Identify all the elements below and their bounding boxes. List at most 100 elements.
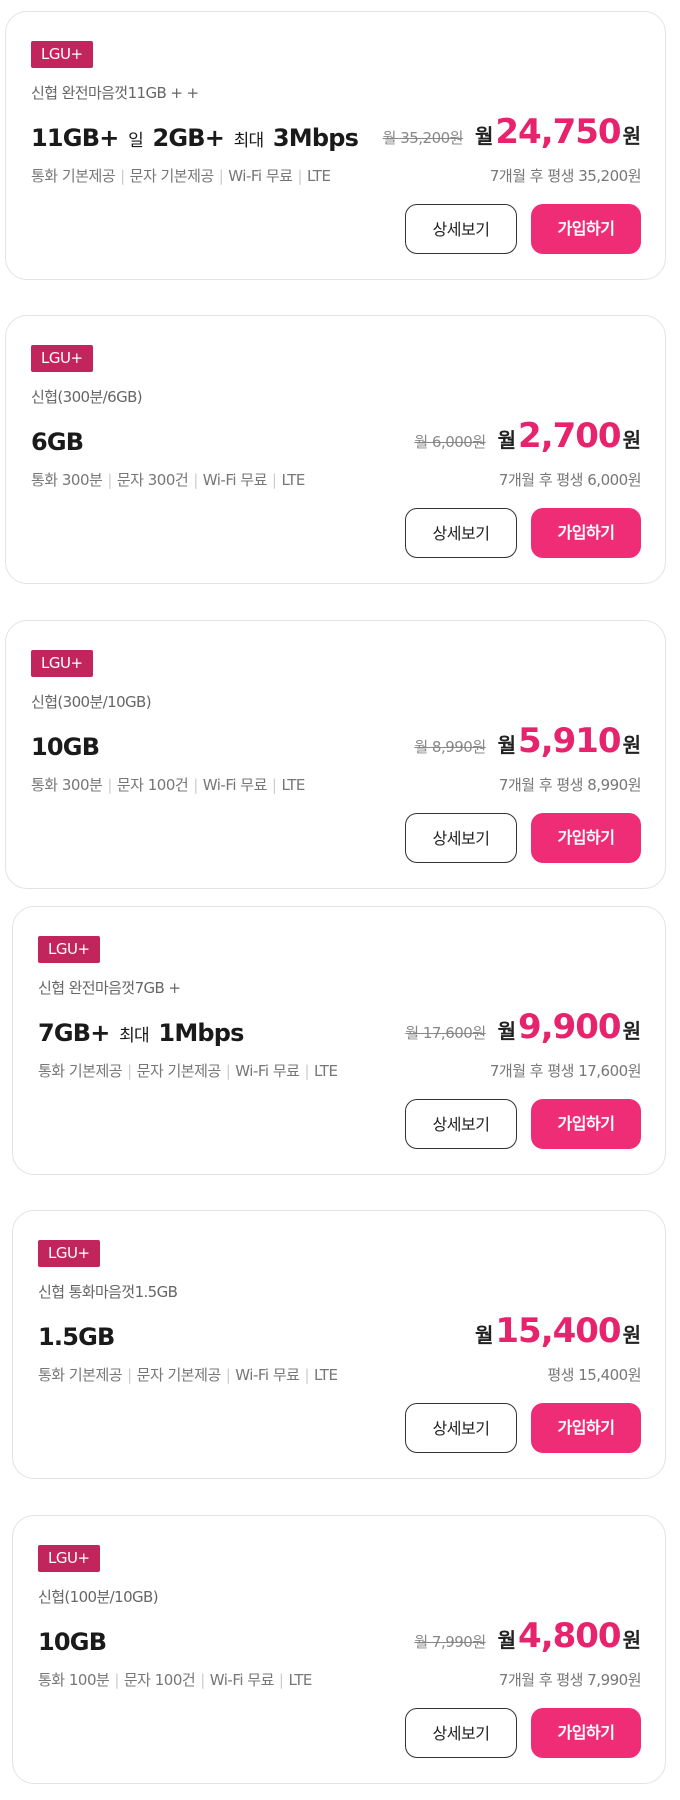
spec-divider: | xyxy=(297,167,302,185)
join-button[interactable]: 가입하기 xyxy=(531,1099,641,1149)
plan-card: LGU+ 신협(300분/6GB) 6GB 통화 300분 | 문자 300건 | Wi-Fi… xyxy=(5,315,666,584)
spec-item: Wi-Fi 무료 xyxy=(202,776,268,794)
plan-data-amount: 10GB xyxy=(31,733,100,761)
price-currency: 원 xyxy=(622,1323,641,1347)
spec-item: LTE xyxy=(281,776,305,794)
plan-card: LGU+ 신협(100분/10GB) 10GB 통화 100분 | 문자 100건 | Wi-… xyxy=(12,1515,666,1784)
spec-divider: | xyxy=(271,776,277,794)
spec-item: 통화 300분 xyxy=(31,776,103,794)
price-row: 월 6,000원 월 2,700 원 xyxy=(414,416,641,456)
plan-name: 신협 완전마음껏7GB + xyxy=(38,979,181,997)
join-button[interactable]: 가입하기 xyxy=(531,1708,641,1758)
spec-item: Wi-Fi 무료 xyxy=(209,1671,275,1689)
spec-item: 문자 기본제공 xyxy=(136,1062,222,1080)
detail-button[interactable]: 상세보기 xyxy=(405,1403,517,1453)
plan-specs: 통화 기본제공 | 문자 기본제공 | Wi-Fi 무료 | LTE xyxy=(38,1364,338,1385)
plan-title: 10GB xyxy=(38,1628,107,1656)
spec-divider: | xyxy=(193,776,198,794)
plan-card: LGU+ 신협 완전마음껏7GB +7GB+ 최대 1Mbps 통화 기본제공 | 문자… xyxy=(12,906,666,1175)
price-currency: 원 xyxy=(622,1628,641,1652)
spec-item: 문자 100건 xyxy=(116,776,189,794)
plan-name: 신협 완전마음껏11GB + + xyxy=(31,84,199,102)
detail-button[interactable]: 상세보기 xyxy=(405,204,517,254)
price-after-note: 7개월 후 평생 35,200원 xyxy=(489,167,642,185)
discount-price: 4,800 xyxy=(518,1616,622,1656)
spec-divider: | xyxy=(278,1671,284,1689)
spec-divider: | xyxy=(225,1062,231,1080)
spec-item: 통화 300분 xyxy=(31,471,103,489)
price-after-note: 7개월 후 평생 17,600원 xyxy=(489,1062,642,1080)
price-currency: 원 xyxy=(622,428,641,452)
spec-item: 문자 100건 xyxy=(123,1671,196,1689)
spec-item: Wi-Fi 무료 xyxy=(235,1366,300,1384)
carrier-badge: LGU+ xyxy=(38,936,100,963)
spec-divider: | xyxy=(127,1366,132,1384)
spec-item: 문자 300건 xyxy=(116,471,189,489)
spec-divider: | xyxy=(114,1671,119,1689)
plan-name: 신협(100분/10GB) xyxy=(38,1588,159,1606)
discount-price: 2,700 xyxy=(518,416,622,456)
original-price: 월 35,200원 xyxy=(382,129,464,147)
detail-button[interactable]: 상세보기 xyxy=(405,1099,517,1149)
detail-button[interactable]: 상세보기 xyxy=(405,1708,517,1758)
plan-title-qualifier: 최대 xyxy=(119,1026,149,1046)
plan-card: LGU+ 신협 통화마음껏1.5GB 1.5GB 통화 기본제공 | 문자 기본제공 | Wi… xyxy=(12,1210,666,1479)
spec-item: Wi-Fi 무료 xyxy=(202,471,268,489)
spec-divider: | xyxy=(218,167,224,185)
spec-divider: | xyxy=(120,167,125,185)
detail-button[interactable]: 상세보기 xyxy=(405,508,517,558)
original-price: 월 6,000원 xyxy=(414,433,486,451)
spec-item: Wi-Fi 무료 xyxy=(235,1062,300,1080)
plan-title-extra: 2GB+ xyxy=(152,124,225,152)
spec-divider: | xyxy=(127,1062,132,1080)
plan-name: 신협(300분/10GB) xyxy=(31,693,152,711)
carrier-badge: LGU+ xyxy=(38,1545,100,1572)
price-month-label: 월 xyxy=(497,733,517,757)
discount-price: 5,910 xyxy=(518,721,622,761)
plan-name: 신협 통화마음껏1.5GB xyxy=(38,1283,178,1301)
join-button[interactable]: 가입하기 xyxy=(531,204,641,254)
spec-item: 문자 기본제공 xyxy=(136,1366,222,1384)
plan-title: 11GB+ 일 2GB+ 최대 3Mbps xyxy=(31,124,359,152)
plan-title-extra: 3Mbps xyxy=(272,124,359,152)
price-month-label: 월 xyxy=(474,124,494,148)
spec-item: 통화 기본제공 xyxy=(38,1062,123,1080)
price-row: 월 8,990원 월 5,910 원 xyxy=(414,721,641,761)
detail-button[interactable]: 상세보기 xyxy=(405,813,517,863)
spec-divider: | xyxy=(107,471,112,489)
join-button[interactable]: 가입하기 xyxy=(531,813,641,863)
price-currency: 원 xyxy=(622,1019,641,1043)
original-price: 월 8,990원 xyxy=(414,738,486,756)
plan-title-qualifier: 일 xyxy=(128,131,144,151)
spec-item: LTE xyxy=(307,167,331,185)
spec-item: LTE xyxy=(314,1366,338,1384)
plan-data-amount: 7GB+ xyxy=(38,1019,110,1047)
plan-title: 6GB xyxy=(31,428,84,456)
spec-item: Wi-Fi 무료 xyxy=(228,167,293,185)
plan-title-qualifier: 최대 xyxy=(233,131,264,151)
join-button[interactable]: 가입하기 xyxy=(531,1403,641,1453)
discount-price: 24,750 xyxy=(495,112,621,152)
spec-divider: | xyxy=(193,471,198,489)
carrier-badge: LGU+ xyxy=(31,345,93,372)
discount-price: 15,400 xyxy=(495,1311,621,1351)
price-currency: 원 xyxy=(622,733,641,757)
plan-data-amount: 11GB+ xyxy=(31,124,119,152)
price-row: 월 15,400 원 xyxy=(475,1311,641,1351)
spec-item: LTE xyxy=(281,471,305,489)
plan-card: LGU+ 신협 완전마음껏11GB + + 11GB+ 일 2GB+ 최대 3Mbp… xyxy=(5,11,666,280)
plan-list: LGU+ 신협 완전마음껏11GB + + 11GB+ 일 2GB+ 최대 3Mbp… xyxy=(0,0,680,1800)
spec-item: 통화 100분 xyxy=(38,1671,110,1689)
plan-specs: 통화 100분 | 문자 100건 | Wi-Fi 무료 | LTE xyxy=(38,1669,312,1690)
spec-item: 통화 기본제공 xyxy=(38,1366,123,1384)
spec-divider: | xyxy=(107,776,112,794)
price-month-label: 월 xyxy=(474,1323,494,1347)
price-currency: 원 xyxy=(622,124,641,148)
plan-name: 신협(300분/6GB) xyxy=(31,388,143,406)
price-row: 월 17,600원 월 9,900 원 xyxy=(405,1007,641,1047)
price-after-note: 7개월 후 평생 8,990원 xyxy=(498,776,642,794)
plan-specs: 통화 기본제공 | 문자 기본제공 | Wi-Fi 무료 | LTE xyxy=(38,1060,338,1081)
spec-divider: | xyxy=(304,1366,309,1384)
join-button[interactable]: 가입하기 xyxy=(531,508,641,558)
plan-specs: 통화 300분 | 문자 100건 | Wi-Fi 무료 | LTE xyxy=(31,774,305,795)
